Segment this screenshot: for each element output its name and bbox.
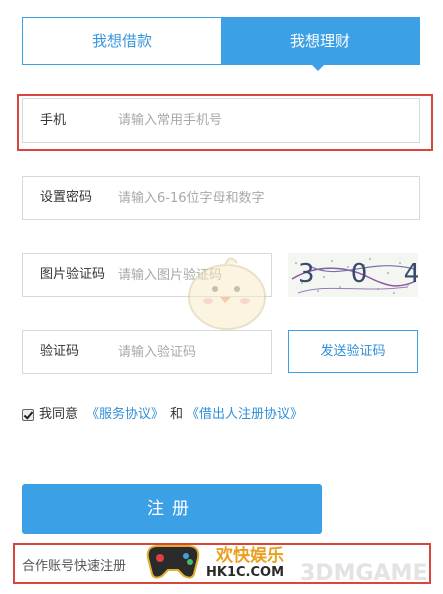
watermark-site: HK1C.COM [206, 565, 285, 580]
active-tab-caret [311, 64, 325, 71]
agree-checkbox[interactable] [22, 409, 34, 421]
image-code-label: 图片验证码 [40, 267, 106, 282]
password-input[interactable] [118, 177, 408, 219]
captcha-image[interactable]: 3 0 4 7 [288, 253, 418, 297]
agree-prefix: 我同意 [39, 407, 79, 422]
phone-label: 手机 [40, 113, 67, 128]
watermark-brand: 3DMGAME [300, 561, 428, 586]
partner-register-link[interactable]: 合作账号快速注册 [22, 555, 126, 574]
register-button[interactable]: 注册 [22, 484, 322, 534]
tab-borrow[interactable]: 我想借款 [23, 18, 221, 64]
chick-watermark-icon [188, 257, 266, 330]
captcha-text: 3 0 4 7 [298, 259, 418, 289]
phone-field: 手机 [22, 98, 420, 143]
sms-code-input[interactable] [118, 331, 266, 373]
password-field: 设置密码 [22, 176, 420, 220]
sms-code-label: 验证码 [40, 344, 80, 359]
phone-input[interactable] [118, 99, 408, 142]
watermark-text-1: 欢快娱乐 [216, 546, 284, 566]
gamepad-watermark-icon [146, 545, 200, 579]
sms-code-field: 验证码 [22, 330, 272, 374]
send-code-button[interactable]: 发送验证码 [288, 330, 418, 373]
service-agreement-link[interactable]: 《服务协议》 [86, 406, 164, 424]
password-label: 设置密码 [40, 190, 93, 205]
tab-bar: 我想借款 我想理财 [22, 17, 420, 65]
agree-and: 和 [170, 407, 184, 422]
borrower-agreement-link[interactable]: 《借出人注册协议》 [186, 406, 303, 424]
tab-invest[interactable]: 我想理财 [221, 18, 419, 64]
